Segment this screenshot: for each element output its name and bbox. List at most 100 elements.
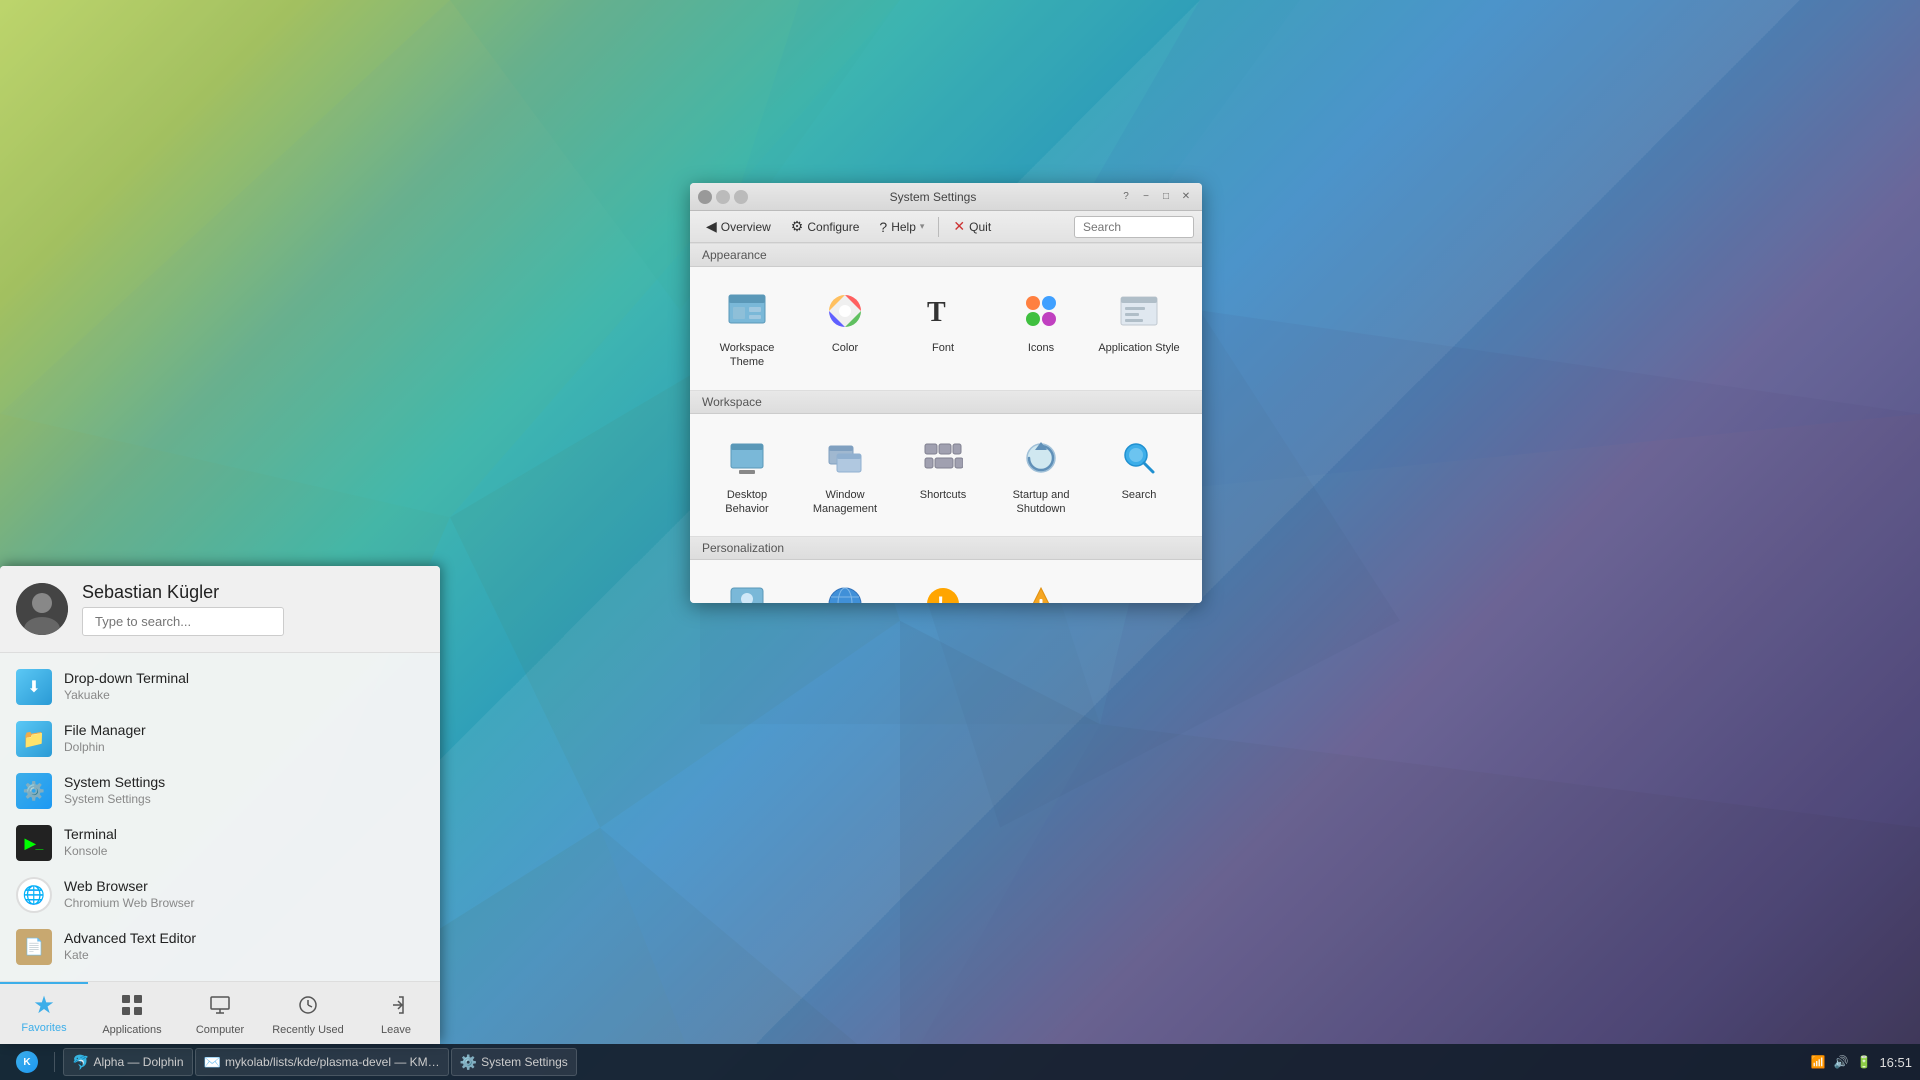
user-avatar xyxy=(16,583,68,635)
help-dropdown-icon: ▾ xyxy=(920,221,925,232)
taskbar-app-label: mykolab/lists/kde/plasma-devel — KM… xyxy=(225,1055,440,1069)
settings-item-desktop-behavior[interactable]: Desktop Behavior xyxy=(702,426,792,525)
taskbar: K 🐬 Alpha — Dolphin ✉️ mykolab/lists/kde/pl… xyxy=(0,1044,1920,1080)
app-list: ⬇Drop-down TerminalYakuake📁File ManagerD… xyxy=(0,653,440,981)
taskbar-app-item[interactable]: 🐬 Alpha — Dolphin xyxy=(63,1048,193,1076)
taskbar-right: 📶 🔊 🔋 16:51 xyxy=(1811,1055,1912,1070)
settings-item-window-management[interactable]: Window Management xyxy=(800,426,890,525)
app-list-item[interactable]: ⚙️System SettingsSystem Settings xyxy=(0,765,440,817)
settings-item-workspace-theme[interactable]: Workspace Theme xyxy=(702,279,792,378)
system-settings-window: System Settings ? − □ ✕ ◀ Overview ⚙ Con… xyxy=(690,183,1202,603)
taskbar-app-icon: 🐬 xyxy=(72,1054,89,1071)
titlebar-buttons xyxy=(698,190,748,204)
font-icon: T xyxy=(919,287,967,335)
settings-grid-workspace: Desktop Behavior Window Management Shortcu… xyxy=(690,414,1202,537)
taskbar-app-icon: ✉️ xyxy=(204,1054,221,1071)
icons-icon xyxy=(1017,287,1065,335)
app-search-input[interactable] xyxy=(82,607,284,636)
settings-section-workspace: Workspace xyxy=(690,390,1202,414)
titlebar-close-btn[interactable] xyxy=(698,190,712,204)
window-management-icon xyxy=(821,434,869,482)
settings-item-application-style[interactable]: Application Style xyxy=(1094,279,1184,378)
workspace-theme-label: Workspace Theme xyxy=(706,341,788,370)
settings-titlebar: System Settings ? − □ ✕ xyxy=(690,183,1202,211)
app-list-item[interactable]: 📄Advanced Text EditorKate xyxy=(0,921,440,973)
taskbar-app-label: Alpha — Dolphin xyxy=(93,1055,183,1069)
notification-icon: ! xyxy=(919,580,967,603)
settings-grid-appearance: Workspace Theme Color TFont Icons Applicatio… xyxy=(690,267,1202,390)
taskbar-app-item[interactable]: ⚙️ System Settings xyxy=(451,1048,577,1076)
titlebar-restore-icon[interactable]: □ xyxy=(1158,189,1174,205)
taskbar-app-icon: ⚙️ xyxy=(460,1054,477,1071)
titlebar-help-icon[interactable]: ? xyxy=(1118,189,1134,205)
battery-icon: 🔋 xyxy=(1857,1055,1872,1069)
help-button[interactable]: ? Help ▾ xyxy=(871,216,932,238)
settings-item-account-details[interactable]: Account Details xyxy=(702,572,792,603)
kde-icon: K xyxy=(16,1051,38,1073)
back-icon: ◀ xyxy=(706,218,717,235)
configure-button[interactable]: ⚙ Configure xyxy=(783,215,868,238)
taskbar-clock: 16:51 xyxy=(1879,1055,1912,1070)
settings-item-applications[interactable]: Applications xyxy=(996,572,1086,603)
titlebar-min-icon[interactable]: − xyxy=(1138,189,1154,205)
help-label: Help xyxy=(891,220,916,234)
titlebar-max-btn[interactable] xyxy=(734,190,748,204)
taskbar-separator-1 xyxy=(54,1052,55,1072)
window-management-label: Window Management xyxy=(804,488,886,517)
taskbar-items: 🐬 Alpha — Dolphin ✉️ mykolab/lists/kde/plas… xyxy=(63,1048,577,1076)
desktop-behavior-icon xyxy=(723,434,771,482)
taskbar-app-item[interactable]: ✉️ mykolab/lists/kde/plasma-devel — KM… xyxy=(195,1048,449,1076)
app-list-item[interactable]: ⬇Drop-down TerminalYakuake xyxy=(0,661,440,713)
titlebar-min-btn[interactable] xyxy=(716,190,730,204)
app-list-item[interactable]: 🌐Web BrowserChromium Web Browser xyxy=(0,869,440,921)
menu-tab-leave[interactable]: Leave xyxy=(352,982,440,1044)
volume-icon: 🔊 xyxy=(1834,1055,1849,1069)
settings-toolbar: ◀ Overview ⚙ Configure ? Help ▾ ✕ Quit xyxy=(690,211,1202,243)
taskbar-kde-button[interactable]: K xyxy=(8,1048,46,1076)
quit-button[interactable]: ✕ Quit xyxy=(945,215,999,238)
settings-search-input[interactable] xyxy=(1074,216,1194,238)
shortcuts-icon xyxy=(919,434,967,482)
application-style-icon xyxy=(1115,287,1163,335)
startup-and-shutdown-label: Startup and Shutdown xyxy=(1000,488,1082,517)
settings-item-icons[interactable]: Icons xyxy=(996,279,1086,378)
regional-settings-icon xyxy=(821,580,869,603)
configure-icon: ⚙ xyxy=(791,218,804,235)
help-icon: ? xyxy=(879,219,887,235)
app-list-item[interactable]: ▶_TerminalKonsole xyxy=(0,817,440,869)
settings-item-startup-and-shutdown[interactable]: Startup and Shutdown xyxy=(996,426,1086,525)
app-menu: Sebastian Kügler ⬇Drop-down TerminalYaku… xyxy=(0,566,440,1044)
configure-label: Configure xyxy=(807,220,859,234)
settings-grid-personalization: Account Details Regional Settings !Notific… xyxy=(690,560,1202,603)
taskbar-app-label: System Settings xyxy=(481,1055,568,1069)
color-label: Color xyxy=(832,341,858,355)
app-list-item[interactable]: 📁File ManagerDolphin xyxy=(0,713,440,765)
user-info: Sebastian Kügler xyxy=(82,582,284,636)
menu-footer: ★FavoritesApplicationsComputerRecently U… xyxy=(0,981,440,1044)
titlebar-x-icon[interactable]: ✕ xyxy=(1178,189,1194,205)
network-icon: 📶 xyxy=(1811,1055,1826,1069)
applications-icon xyxy=(1017,580,1065,603)
shortcuts-label: Shortcuts xyxy=(920,488,966,502)
toolbar-separator xyxy=(938,217,939,237)
back-button[interactable]: ◀ Overview xyxy=(698,215,779,238)
icons-label: Icons xyxy=(1028,341,1054,355)
menu-tab-favorites[interactable]: ★Favorites xyxy=(0,982,88,1044)
settings-item-shortcuts[interactable]: Shortcuts xyxy=(898,426,988,525)
settings-item-notification[interactable]: !Notification xyxy=(898,572,988,603)
svg-text:T: T xyxy=(927,297,946,328)
search-label: Search xyxy=(1122,488,1157,502)
color-icon xyxy=(821,287,869,335)
settings-item-regional-settings[interactable]: Regional Settings xyxy=(800,572,890,603)
titlebar-right-buttons: ? − □ ✕ xyxy=(1118,189,1194,205)
settings-item-font[interactable]: TFont xyxy=(898,279,988,378)
back-label: Overview xyxy=(721,220,771,234)
menu-tab-computer[interactable]: Computer xyxy=(176,982,264,1044)
workspace-theme-icon xyxy=(723,287,771,335)
settings-item-color[interactable]: Color xyxy=(800,279,890,378)
menu-tab-recently_used[interactable]: Recently Used xyxy=(264,982,352,1044)
quit-icon: ✕ xyxy=(953,218,965,235)
settings-content: AppearanceWorkspace ThemeColorTFontIcons… xyxy=(690,243,1202,603)
settings-item-search[interactable]: Search xyxy=(1094,426,1184,525)
menu-tab-applications[interactable]: Applications xyxy=(88,982,176,1044)
